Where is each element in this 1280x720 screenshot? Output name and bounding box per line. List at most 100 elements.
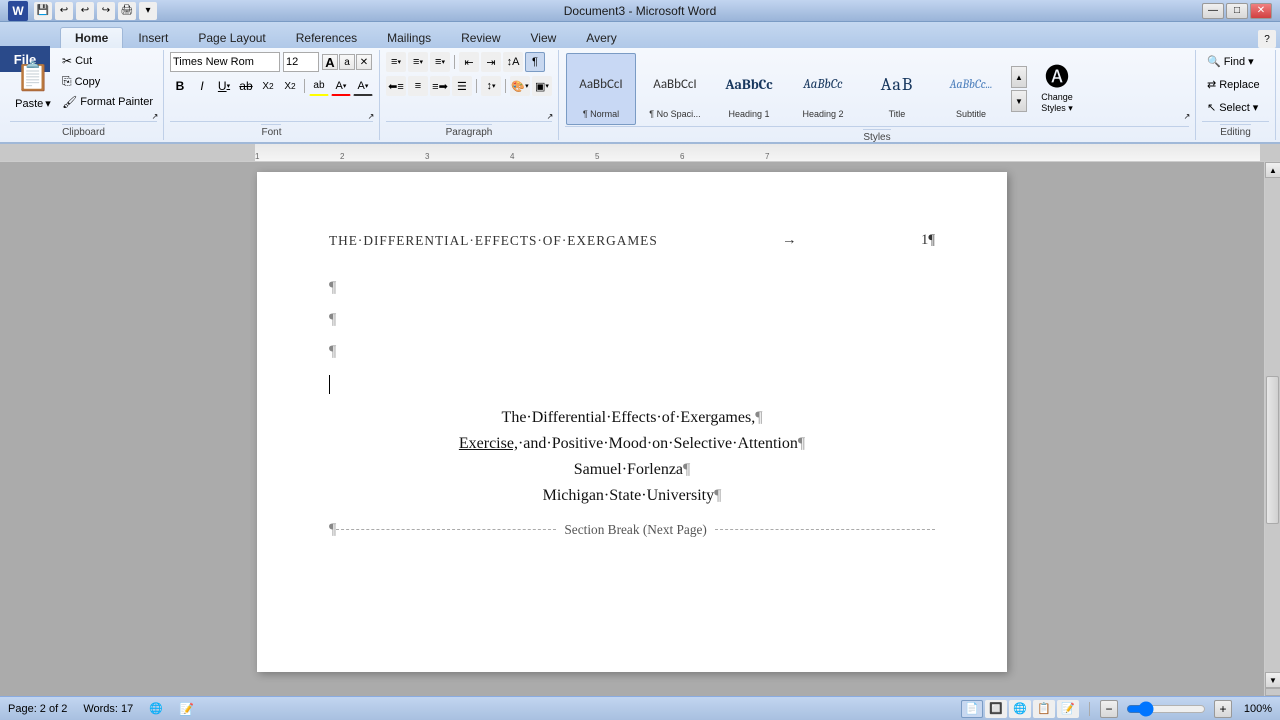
content-block: The·Differential·Effects·of·Exergames,¶ … [329, 409, 935, 505]
line-spacing-button[interactable]: ↕▾ [481, 76, 501, 96]
decrease-indent-button[interactable]: ⇤ [459, 52, 479, 72]
window-controls: — □ ✕ [1202, 3, 1272, 19]
shading-button[interactable]: 🎨▾ [510, 76, 530, 96]
qat-undo2[interactable]: ↩ [76, 2, 94, 20]
divider4 [505, 79, 506, 93]
clipboard-label: Clipboard [62, 124, 105, 138]
style-title[interactable]: AaB Title [862, 53, 932, 125]
copy-button[interactable]: ⎘ Copy [58, 72, 157, 91]
zoom-out-button[interactable]: − [1100, 700, 1118, 718]
scroll-up-button[interactable]: ▲ [1265, 162, 1280, 178]
scroll-thumb[interactable] [1266, 376, 1279, 524]
underline-button[interactable]: U▾ [214, 76, 234, 96]
paste-arrow[interactable]: ▾ [45, 97, 51, 110]
tab-insert[interactable]: Insert [123, 27, 183, 48]
superscript-button[interactable]: X2 [280, 76, 300, 96]
tab-home[interactable]: Home [60, 27, 123, 48]
scroll-down-button[interactable]: ▼ [1265, 672, 1280, 688]
draft-button[interactable]: 📝 [1057, 700, 1079, 718]
font-color-button[interactable]: A▾ [331, 76, 351, 96]
font-label: Font [261, 124, 281, 138]
ruler-marks: 1 2 3 4 5 6 7 [255, 144, 1260, 161]
scroll-split-box[interactable] [1265, 688, 1280, 696]
tab-view[interactable]: View [516, 27, 572, 48]
select-label: Select [1219, 102, 1250, 114]
increase-font-size[interactable]: A [322, 54, 338, 70]
bold-button[interactable]: B [170, 76, 190, 96]
multilevel-button[interactable]: ≡▾ [430, 52, 450, 72]
find-arrow[interactable]: ▾ [1248, 55, 1254, 68]
styles-group: AaBbCcI ¶ Normal AaBbCcI ¶ No Spaci... A… [559, 50, 1196, 140]
styles-expand-icon[interactable]: ↗ [1181, 110, 1193, 122]
find-button[interactable]: 🔍 Find ▾ [1202, 52, 1259, 71]
cursor [329, 375, 330, 394]
decrease-font-size[interactable]: a [339, 54, 355, 70]
close-button[interactable]: ✕ [1250, 3, 1272, 19]
tab-review[interactable]: Review [446, 27, 515, 48]
status-left: Page: 2 of 2 Words: 17 🌐 📝 [8, 702, 194, 716]
tab-mailings[interactable]: Mailings [372, 27, 446, 48]
font-size-input[interactable] [283, 52, 319, 72]
align-left-button[interactable]: ⬅≡ [386, 76, 406, 96]
help-button[interactable]: ? [1258, 30, 1276, 48]
text-highlight-button[interactable]: ab [309, 76, 329, 96]
minimize-button[interactable]: — [1202, 3, 1224, 19]
font-expand-icon[interactable]: ↗ [365, 110, 377, 122]
show-para-button[interactable]: ¶ [525, 52, 545, 72]
increase-indent-button[interactable]: ⇥ [481, 52, 501, 72]
style-heading1[interactable]: AaBbCc Heading 1 [714, 53, 784, 125]
border-button[interactable]: ▣▾ [532, 76, 552, 96]
font-name-input[interactable] [170, 52, 280, 72]
strikethrough-button[interactable]: ab [236, 76, 256, 96]
qat-dropdown[interactable]: ▾ [139, 2, 157, 20]
zoom-percent: 100% [1240, 703, 1272, 715]
text-color-button[interactable]: A▾ [353, 76, 373, 96]
find-icon: 🔍 [1207, 55, 1221, 68]
justify-button[interactable]: ☰ [452, 76, 472, 96]
change-styles-button[interactable]: 🅐 ChangeStyles ▾ [1029, 52, 1085, 126]
qat-undo[interactable]: ↩ [55, 2, 73, 20]
maximize-button[interactable]: □ [1226, 3, 1248, 19]
sort-button[interactable]: ↕A [503, 52, 523, 72]
style-no-spacing[interactable]: AaBbCcI ¶ No Spaci... [640, 53, 710, 125]
style-heading2[interactable]: AaBbCc Heading 2 [788, 53, 858, 125]
style-normal[interactable]: AaBbCcI ¶ Normal [566, 53, 636, 125]
clipboard-expand-icon[interactable]: ↗ [149, 110, 161, 122]
italic-button[interactable]: I [192, 76, 212, 96]
tab-page-layout[interactable]: Page Layout [183, 27, 280, 48]
qat-redo[interactable]: ↪ [97, 2, 115, 20]
print-layout-button[interactable]: 📄 [961, 700, 983, 718]
format-painter-button[interactable]: 🖌 Format Painter [58, 93, 157, 111]
track-changes-icon: 📝 [179, 702, 194, 716]
bullets-button[interactable]: ≡▾ [386, 52, 406, 72]
zoom-slider[interactable] [1126, 704, 1206, 714]
subscript-button[interactable]: X2 [258, 76, 278, 96]
select-arrow[interactable]: ▾ [1253, 101, 1259, 114]
styles-scroll-up[interactable]: ▲ [1011, 66, 1027, 88]
web-layout-button[interactable]: 🌐 [1009, 700, 1031, 718]
style-subtitle[interactable]: AaBbCc... Subtitle [936, 53, 1006, 125]
align-right-button[interactable]: ≡➡ [430, 76, 450, 96]
paste-button[interactable]: 📋 Paste ▾ [10, 52, 56, 113]
tab-avery[interactable]: Avery [571, 27, 631, 48]
tab-references[interactable]: References [281, 27, 372, 48]
qat-save[interactable]: 💾 [34, 2, 52, 20]
replace-button[interactable]: ⇄ Replace [1202, 75, 1265, 94]
qat-print[interactable]: 🖨 [118, 2, 136, 20]
document-scroll[interactable]: THE·DIFFERENTIAL·EFFECTS·OF·EXERGAMES → … [0, 162, 1264, 696]
select-button[interactable]: ↖ Select ▾ [1202, 98, 1263, 117]
paragraph-row-1: ≡▾ ≡▾ ≡▾ ⇤ ⇥ ↕A ¶ [386, 52, 545, 72]
paragraph-expand-icon[interactable]: ↗ [544, 110, 556, 122]
outline-button[interactable]: 📋 [1033, 700, 1055, 718]
full-screen-button[interactable]: 🔲 [985, 700, 1007, 718]
vertical-scrollbar[interactable]: ▲ ▼ [1264, 162, 1280, 696]
clipboard-group: 📋 Paste ▾ ✂ Cut ⎘ Copy 🖌 Format Painter [4, 50, 164, 140]
subtitle-rest: ·and·Positive·Mood·on·Selective·Attentio… [518, 435, 798, 452]
styles-scroll-down[interactable]: ▼ [1011, 90, 1027, 112]
align-center-button[interactable]: ≡ [408, 76, 428, 96]
cut-button[interactable]: ✂ Cut [58, 52, 157, 70]
numbering-button[interactable]: ≡▾ [408, 52, 428, 72]
font-group: A a ✕ B I U▾ ab X2 X2 ab A▾ A▾ Font ↗ [164, 50, 380, 140]
clear-format-btn[interactable]: ✕ [356, 54, 372, 70]
zoom-in-button[interactable]: + [1214, 700, 1232, 718]
